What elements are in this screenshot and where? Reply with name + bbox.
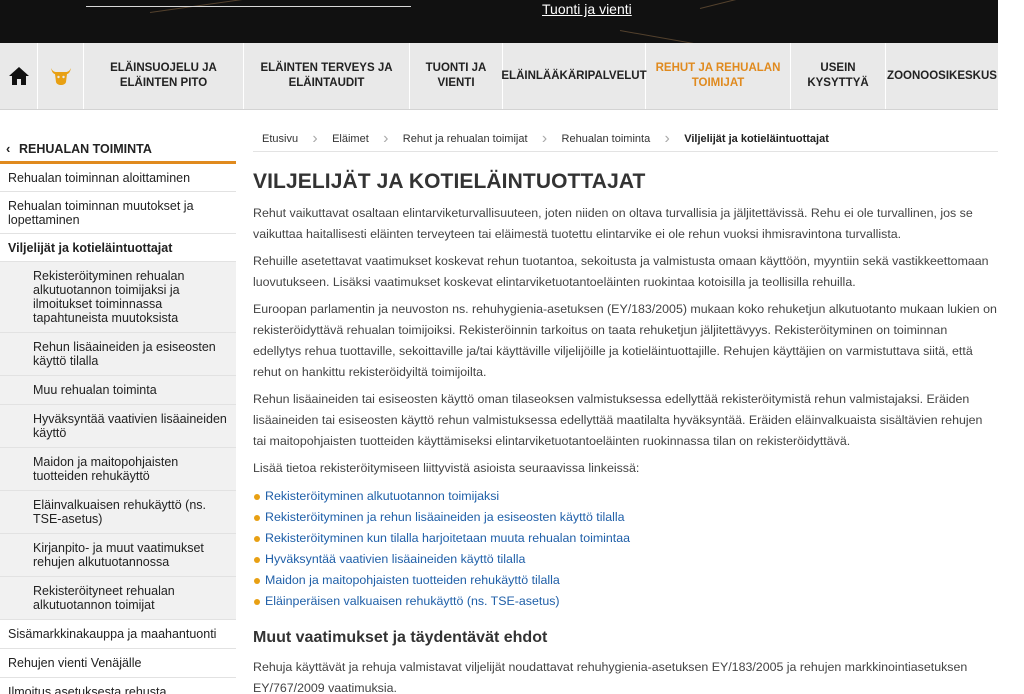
sidebar-item-approved-additives[interactable]: Hyväksyntää vaativien lisäaineiden käytt… bbox=[0, 405, 236, 448]
nav-item-animal-welfare[interactable]: ELÄINSUOJELU JA ELÄINTEN PITO bbox=[84, 43, 244, 109]
paragraph-additives: Rehun lisäaineiden tai esiseosten käyttö… bbox=[253, 392, 983, 448]
home-button[interactable] bbox=[0, 43, 38, 109]
link-text: Rekisteröityminen kun tilalla harjoiteta… bbox=[265, 531, 631, 545]
paragraph-requirements: Rehuille asetettavat vaatimukset koskeva… bbox=[253, 254, 989, 289]
bullet-icon bbox=[254, 515, 260, 521]
nav-item-feeds[interactable]: REHUT JA REHUALAN TOIMIJAT bbox=[646, 43, 791, 109]
link-text: Eläinperäisen valkuaisen rehukäyttö (ns.… bbox=[265, 594, 560, 608]
sidebar-item-animal-protein[interactable]: Eläinvalkuaisen rehukäyttö (ns. TSE-aset… bbox=[0, 491, 236, 534]
sidebar: ‹ REHUALAN TOIMINTA Rehualan toiminnan a… bbox=[0, 136, 236, 694]
paragraph-other-requirements: Rehuja käyttävät ja rehuja valmistavat v… bbox=[253, 660, 968, 694]
bullet-icon bbox=[254, 536, 260, 542]
section-heading-other-requirements: Muut vaatimukset ja täydentävät ehdot bbox=[253, 629, 548, 646]
sidebar-item-bookkeeping[interactable]: Kirjanpito- ja muut vaatimukset rehujen … bbox=[0, 534, 236, 577]
sidebar-back-label: REHUALAN TOIMINTA bbox=[19, 142, 152, 156]
sidebar-item-export-russia[interactable]: Rehujen vienti Venäjälle bbox=[0, 649, 236, 678]
main-navigation: ELÄINSUOJELU JA ELÄINTEN PITO ELÄINTEN T… bbox=[0, 43, 998, 110]
link-registration-primary[interactable]: Rekisteröityminen alkutuotannon toimijak… bbox=[253, 486, 998, 507]
chevron-right-icon: › bbox=[312, 129, 318, 147]
bullet-icon bbox=[254, 494, 260, 500]
paragraph-more-info: Lisää tietoa rekisteröitymiseen liittyvi… bbox=[253, 461, 640, 475]
sidebar-item-internal-market[interactable]: Sisämarkkinakauppa ja maahantuonti bbox=[0, 620, 236, 649]
breadcrumb-animals[interactable]: Eläimet bbox=[332, 133, 369, 145]
nav-item-animal-health[interactable]: ELÄINTEN TERVEYS JA ELÄINTAUDIT bbox=[244, 43, 410, 109]
link-registration-additives[interactable]: Rekisteröityminen ja rehun lisäaineiden … bbox=[253, 507, 998, 528]
bullet-icon bbox=[254, 599, 260, 605]
sidebar-item-starting[interactable]: Rehualan toiminnan aloittaminen bbox=[0, 164, 236, 192]
nav-item-import-export[interactable]: TUONTI JA VIENTI bbox=[410, 43, 503, 109]
hero-divider bbox=[86, 6, 411, 7]
paragraph-regulation: Euroopan parlamentin ja neuvoston ns. re… bbox=[253, 302, 997, 379]
chevron-right-icon: › bbox=[383, 129, 389, 147]
sidebar-item-notification[interactable]: Ilmoitus asetuksesta rehusta bbox=[0, 678, 236, 694]
chevron-left-icon: ‹ bbox=[6, 141, 11, 156]
link-text: Maidon ja maitopohjaisten tuotteiden reh… bbox=[265, 573, 560, 587]
link-list: Rekisteröityminen alkutuotannon toimijak… bbox=[253, 486, 998, 612]
breadcrumb-current: Viljelijät ja kotieläintuottajat bbox=[684, 132, 829, 145]
breadcrumb-home[interactable]: Etusivu bbox=[262, 133, 298, 145]
link-text: Rekisteröityminen alkutuotannon toimijak… bbox=[265, 489, 500, 503]
sidebar-item-changes[interactable]: Rehualan toiminnan muutokset ja lopettam… bbox=[0, 192, 236, 234]
sidebar-back-link[interactable]: ‹ REHUALAN TOIMINTA bbox=[0, 136, 236, 164]
nav-item-faq[interactable]: USEIN KYSYTTYÄ bbox=[791, 43, 886, 109]
breadcrumb: Etusivu › Eläimet › Rehut ja rehualan to… bbox=[253, 126, 998, 152]
bullet-icon bbox=[254, 557, 260, 563]
sidebar-item-milk-products[interactable]: Maidon ja maitopohjaisten tuotteiden reh… bbox=[0, 448, 236, 491]
animals-button[interactable] bbox=[38, 43, 84, 109]
home-icon bbox=[8, 67, 29, 85]
link-text: Hyväksyntää vaativien lisäaineiden käytt… bbox=[265, 552, 526, 566]
link-text: Rekisteröityminen ja rehun lisäaineiden … bbox=[265, 510, 625, 524]
hero-link-import-export[interactable]: Tuonti ja vienti bbox=[542, 1, 632, 17]
link-milk-products[interactable]: Maidon ja maitopohjaisten tuotteiden reh… bbox=[253, 570, 998, 591]
page-title: VILJELIJÄT JA KOTIELÄINTUOTTAJAT bbox=[253, 170, 646, 193]
sidebar-item-registration[interactable]: Rekisteröityminen rehualan alkutuotannon… bbox=[0, 262, 236, 333]
paragraph-intro: Rehut vaikuttavat osaltaan elintarviketu… bbox=[253, 206, 973, 241]
link-approved-additives[interactable]: Hyväksyntää vaativien lisäaineiden käytt… bbox=[253, 549, 998, 570]
chevron-right-icon: › bbox=[664, 129, 670, 147]
breadcrumb-feeds[interactable]: Rehut ja rehualan toimijat bbox=[403, 133, 528, 145]
main-content: Etusivu › Eläimet › Rehut ja rehualan to… bbox=[253, 126, 998, 694]
sidebar-item-additives[interactable]: Rehun lisäaineiden ja esiseosten käyttö … bbox=[0, 333, 236, 376]
sidebar-item-registered-operators[interactable]: Rekisteröityneet rehualan alkutuotannon … bbox=[0, 577, 236, 620]
breadcrumb-feed-activity[interactable]: Rehualan toiminta bbox=[562, 133, 651, 145]
hero-banner: Tuonti ja vienti bbox=[0, 0, 998, 43]
cow-icon bbox=[50, 68, 71, 85]
chevron-right-icon: › bbox=[541, 129, 548, 147]
sidebar-item-farmers[interactable]: Viljelijät ja kotieläintuottajat bbox=[0, 234, 236, 262]
link-registration-other[interactable]: Rekisteröityminen kun tilalla harjoiteta… bbox=[253, 528, 998, 549]
nav-item-veterinary-services[interactable]: ELÄINLÄÄKÄRIPALVELUT bbox=[501, 43, 647, 109]
nav-item-zoonosis-centre[interactable]: ZOONOOSIKESKUS bbox=[886, 43, 998, 109]
bullet-icon bbox=[254, 578, 260, 584]
link-animal-protein[interactable]: Eläinperäisen valkuaisen rehukäyttö (ns.… bbox=[253, 591, 998, 612]
sidebar-item-other-activity[interactable]: Muu rehualan toiminta bbox=[0, 376, 236, 405]
